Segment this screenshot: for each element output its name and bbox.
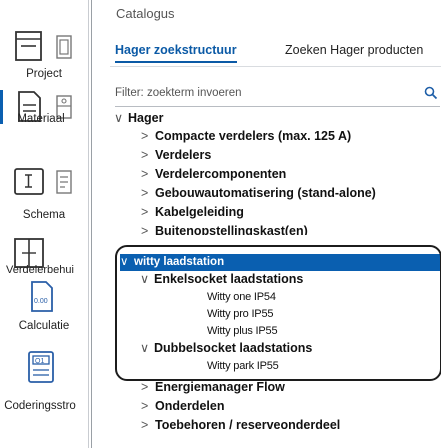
tree-label: Onderdelen xyxy=(155,399,225,413)
tree-label: Energiemanager Flow xyxy=(155,380,285,394)
chevron-right-icon: > xyxy=(141,186,149,200)
catalog-panel: Catalogus Hager zoekstructuur Zoeken Hag… xyxy=(94,0,441,448)
tree-item[interactable]: > Energiemanager Flow xyxy=(141,379,285,395)
tree-label: Toebehoren / reserveonderdeel xyxy=(155,418,341,432)
project-side-icon xyxy=(56,35,72,59)
chevron-right-icon: > xyxy=(141,148,149,162)
tree-label: Gebouwautomatisering (stand-alone) xyxy=(155,186,376,200)
tree-item[interactable]: > Compacte verdelers (max. 125 A) xyxy=(141,128,351,144)
tree-item[interactable]: > Onderdelen xyxy=(141,398,224,414)
tree-item[interactable]: > Toebehoren / reserveonderdeel xyxy=(141,417,340,433)
highlight-outline xyxy=(115,245,441,381)
tab-zoeken-hager-producten[interactable]: Zoeken Hager producten xyxy=(285,43,423,57)
tree-label: Verdelers xyxy=(155,148,212,162)
rail-label: Verdelerbehui xyxy=(6,264,74,276)
calculation-icon: 0.00 xyxy=(31,281,53,312)
left-rail: Project Materiaal Schema Verdelerbehui 0… xyxy=(0,0,91,448)
tree-item-partial[interactable]: > Buitenopstellingskast(en) xyxy=(141,223,308,235)
schema-icon xyxy=(14,168,44,195)
tree-label: Verdelercomponenten xyxy=(155,167,287,181)
panel-divider xyxy=(91,0,92,448)
tree-item[interactable]: > Verdelers xyxy=(141,147,211,163)
chevron-right-icon: > xyxy=(141,418,149,432)
rail-divider xyxy=(88,0,89,448)
rail-label: Calculatie xyxy=(18,320,70,332)
chevron-right-icon: > xyxy=(141,167,149,181)
chevron-right-icon: > xyxy=(141,129,149,143)
chevron-down-icon: ∨ xyxy=(114,111,124,125)
rail-label: Project xyxy=(26,68,62,80)
tree-item[interactable]: > Kabelgeleiding xyxy=(141,204,244,220)
tree-root-hager[interactable]: ∨ Hager xyxy=(114,110,163,126)
panel-title: Catalogus xyxy=(116,6,175,21)
svg-text:Q1: Q1 xyxy=(35,358,44,365)
tab-divider xyxy=(110,66,441,67)
tree-item[interactable]: > Verdelercomponenten xyxy=(141,166,286,182)
svg-text:0.00: 0.00 xyxy=(34,298,48,305)
chevron-right-icon: > xyxy=(141,224,149,235)
tree-label: Compacte verdelers (max. 125 A) xyxy=(155,129,352,143)
chevron-right-icon: > xyxy=(141,205,149,219)
schema-side-icon xyxy=(56,170,72,194)
tree-item[interactable]: > Gebouwautomatisering (stand-alone) xyxy=(141,185,376,201)
tree-label: Buitenopstellingskast(en) xyxy=(155,224,308,235)
chevron-right-icon: > xyxy=(141,399,149,413)
tree-label: Hager xyxy=(128,111,164,125)
rail-label: Materiaal xyxy=(17,113,65,125)
tree-label: Kabelgeleiding xyxy=(155,205,244,219)
project-panel-icon xyxy=(15,31,42,61)
search-icon[interactable] xyxy=(424,86,438,100)
filter-placeholder: Filter: zoekterm invoeren xyxy=(115,87,242,99)
rail-label: Schema xyxy=(22,209,66,221)
tab-hager-zoekstructuur[interactable]: Hager zoekstructuur xyxy=(115,43,237,63)
coding-icon: Q1 xyxy=(28,351,54,383)
chevron-right-icon: > xyxy=(141,380,149,394)
filter-input[interactable]: Filter: zoekterm invoeren xyxy=(115,84,440,107)
rail-label: Coderingsstro xyxy=(4,400,76,412)
